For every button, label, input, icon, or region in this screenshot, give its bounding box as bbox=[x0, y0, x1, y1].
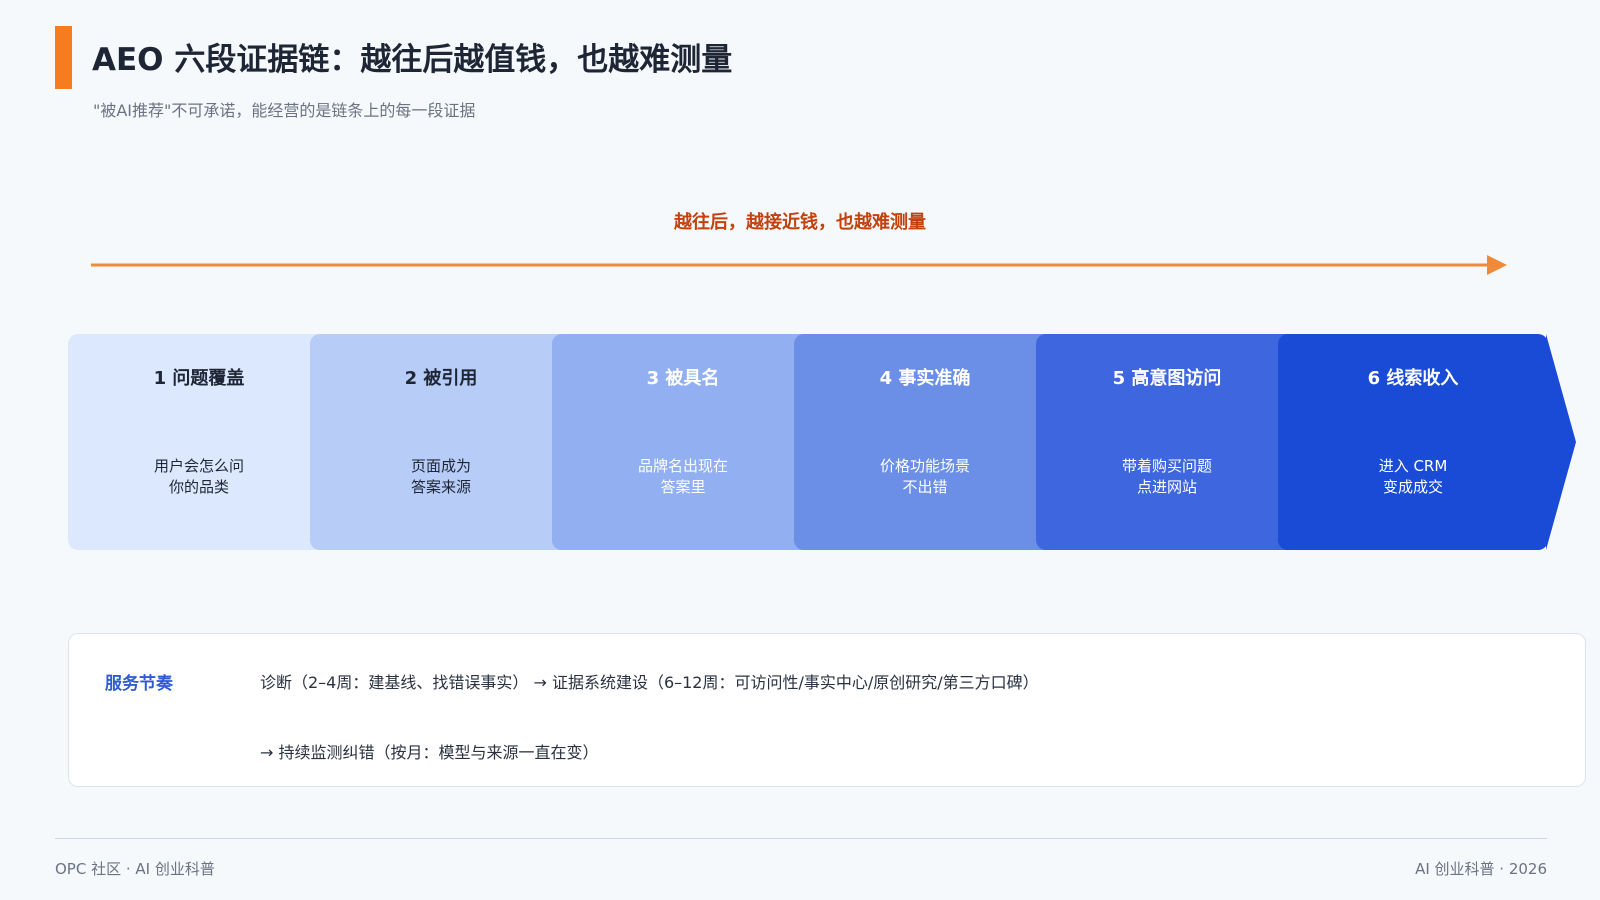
progress-arrow-head bbox=[1487, 255, 1507, 275]
stage-1-title: 1 问题覆盖 bbox=[153, 368, 245, 389]
stage-2-desc-line-1: 页面成为 bbox=[410, 457, 471, 475]
footer-left-text: OPC 社区 · AI 创业科普 bbox=[55, 860, 215, 878]
service-rhythm-line-2: → 持续监测纠错（按月：模型与来源一直在变） bbox=[260, 743, 599, 762]
stage-5-desc-line-2: 点进网站 bbox=[1136, 478, 1197, 496]
stage-3-desc-line-1: 品牌名出现在 bbox=[637, 457, 728, 475]
stage-2-desc-line-2: 答案来源 bbox=[410, 478, 471, 496]
service-rhythm-line-1: 诊断（2–4周：建基线、找错误事实） → 证据系统建设（6–12周：可访问性/事… bbox=[260, 673, 1039, 692]
stage-5-desc-line-1: 带着购买问题 bbox=[1121, 457, 1212, 475]
stage-3: 3 被具名 品牌名出现在 答案里 bbox=[552, 334, 814, 550]
stage-6-desc-line-1: 进入 CRM bbox=[1378, 457, 1448, 475]
footer-divider bbox=[55, 838, 1547, 839]
stage-3-desc: 品牌名出现在 答案里 bbox=[552, 456, 814, 498]
stage-2-desc: 页面成为 答案来源 bbox=[310, 456, 572, 498]
stage-5-desc: 带着购买问题 点进网站 bbox=[1036, 456, 1298, 498]
stage-1-desc-line-2: 你的品类 bbox=[168, 478, 229, 496]
evidence-chain: 1 问题覆盖 用户会怎么问 你的品类 2 被引用 页面成为 答案来源 3 被具名… bbox=[68, 334, 1576, 550]
stage-4-title: 4 事实准确 bbox=[879, 368, 971, 389]
stage-4-desc: 价格功能场景 不出错 bbox=[794, 456, 1056, 498]
title-accent-bar bbox=[55, 26, 72, 89]
stage-4-desc-line-1: 价格功能场景 bbox=[879, 457, 970, 475]
stage-6: 6 线索收入 进入 CRM 变成成交 bbox=[1278, 334, 1548, 550]
stage-6-desc: 进入 CRM 变成成交 bbox=[1278, 456, 1548, 498]
stage-4-desc-line-2: 不出错 bbox=[902, 478, 948, 496]
stage-1-desc-line-1: 用户会怎么问 bbox=[153, 457, 244, 475]
arrow-caption: 越往后，越接近钱，也越难测量 bbox=[674, 212, 926, 233]
service-rhythm-panel: 服务节奏 诊断（2–4周：建基线、找错误事实） → 证据系统建设（6–12周：可… bbox=[68, 633, 1586, 787]
stage-5-title: 5 高意图访问 bbox=[1112, 368, 1222, 389]
stage-5: 5 高意图访问 带着购买问题 点进网站 bbox=[1036, 334, 1298, 550]
stage-1: 1 问题覆盖 用户会怎么问 你的品类 bbox=[68, 334, 330, 550]
stage-2: 2 被引用 页面成为 答案来源 bbox=[310, 334, 572, 550]
page-title: AEO 六段证据链：越往后越值钱，也越难测量 bbox=[92, 42, 733, 78]
progress-arrow bbox=[91, 255, 1507, 275]
chain-arrow-tip bbox=[1546, 334, 1576, 550]
chain-arrow-tip-shape bbox=[1546, 334, 1576, 550]
service-rhythm-label: 服务节奏 bbox=[105, 674, 173, 694]
page-subtitle: "被AI推荐"不可承诺，能经营的是链条上的每一段证据 bbox=[93, 101, 476, 120]
stage-1-desc: 用户会怎么问 你的品类 bbox=[68, 456, 330, 498]
stage-6-title: 6 线索收入 bbox=[1367, 368, 1459, 389]
stage-2-title: 2 被引用 bbox=[404, 368, 478, 389]
stage-6-desc-line-2: 变成成交 bbox=[1382, 478, 1443, 496]
footer-right-text: AI 创业科普 · 2026 bbox=[1415, 860, 1547, 878]
stage-3-title: 3 被具名 bbox=[646, 368, 720, 389]
stage-3-desc-line-2: 答案里 bbox=[660, 478, 706, 496]
stage-4: 4 事实准确 价格功能场景 不出错 bbox=[794, 334, 1056, 550]
